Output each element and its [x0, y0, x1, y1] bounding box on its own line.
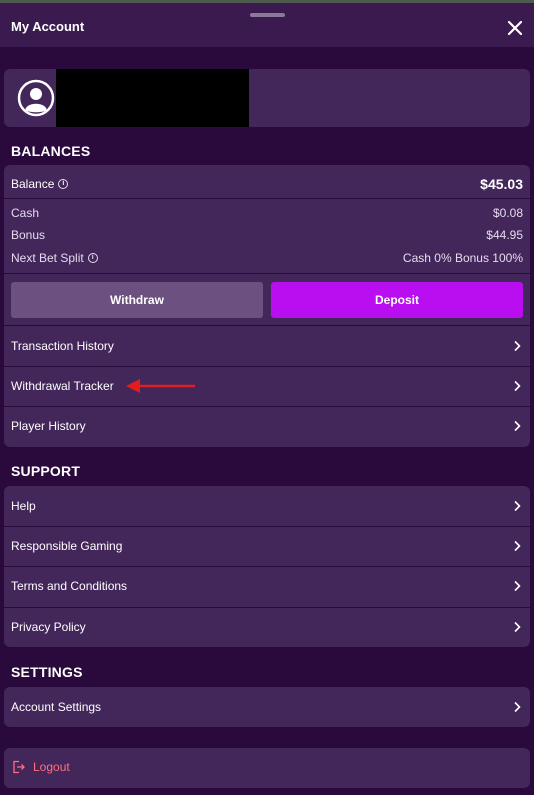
terms-link[interactable]: Terms and Conditions	[4, 566, 530, 606]
link-label: Player History	[11, 419, 86, 433]
link-label: Account Settings	[11, 700, 102, 714]
link-label: Terms and Conditions	[11, 579, 128, 593]
info-icon[interactable]: i	[58, 179, 69, 189]
divider	[4, 198, 530, 199]
balances-section-title: BALANCES	[11, 143, 91, 159]
link-label: Help	[11, 499, 36, 513]
bonus-row: Bonus $44.95	[11, 228, 523, 242]
settings-card: Account Settings	[4, 687, 530, 727]
logout-card: Logout	[4, 748, 530, 788]
user-avatar-icon	[17, 79, 55, 117]
transaction-history-link[interactable]: Transaction History	[4, 326, 530, 366]
cash-value: $0.08	[492, 206, 523, 220]
chevron-right-icon	[514, 500, 521, 512]
player-history-link[interactable]: Player History	[4, 406, 530, 446]
cash-label: Cash	[11, 206, 40, 220]
divider	[4, 273, 530, 274]
user-card	[4, 69, 530, 127]
page-title: My Account	[11, 19, 85, 34]
cash-row: Cash $0.08	[11, 206, 523, 220]
chevron-right-icon	[514, 420, 521, 432]
help-link[interactable]: Help	[4, 486, 530, 526]
header: My Account	[0, 3, 534, 47]
chevron-right-icon	[514, 380, 521, 392]
link-label: Transaction History	[11, 339, 114, 353]
bonus-value: $44.95	[486, 228, 523, 242]
chevron-right-icon	[514, 340, 521, 352]
balances-card: Balance i $45.03 Cash $0.08 Bonus $44.95 …	[4, 165, 530, 447]
annotation-arrow	[126, 379, 195, 393]
bet-split-label: Next Bet Split	[11, 251, 84, 265]
balance-row: Balance i $45.03	[11, 176, 523, 192]
redacted-username	[56, 69, 249, 127]
privacy-policy-link[interactable]: Privacy Policy	[4, 607, 530, 647]
chevron-right-icon	[514, 621, 521, 633]
info-icon[interactable]: i	[87, 253, 98, 263]
withdrawal-tracker-link[interactable]: Withdrawal Tracker	[4, 366, 530, 406]
balance-label: Balance	[11, 177, 55, 191]
chevron-right-icon	[514, 701, 521, 713]
logout-button[interactable]: Logout	[12, 760, 70, 774]
drag-handle[interactable]	[250, 13, 285, 17]
bet-split-value: Cash 0% Bonus 100%	[402, 251, 523, 265]
responsible-gaming-link[interactable]: Responsible Gaming	[4, 526, 530, 566]
link-label: Withdrawal Tracker	[11, 379, 114, 393]
settings-section-title: SETTINGS	[11, 664, 83, 680]
support-section-title: SUPPORT	[11, 463, 81, 479]
chevron-right-icon	[514, 580, 521, 592]
bet-split-row: Next Bet Split i Cash 0% Bonus 100%	[11, 251, 523, 265]
logout-label: Logout	[33, 760, 70, 774]
bonus-label: Bonus	[11, 228, 46, 242]
link-label: Privacy Policy	[11, 620, 86, 634]
balance-value: $45.03	[480, 176, 523, 192]
chevron-right-icon	[514, 540, 521, 552]
withdraw-button[interactable]: Withdraw	[11, 282, 263, 318]
support-card: Help Responsible Gaming Terms and Condit…	[4, 486, 530, 647]
close-icon[interactable]	[505, 18, 525, 38]
logout-icon	[13, 760, 25, 774]
deposit-button[interactable]: Deposit	[271, 282, 523, 318]
link-label: Responsible Gaming	[11, 539, 123, 553]
account-settings-link[interactable]: Account Settings	[4, 687, 530, 727]
